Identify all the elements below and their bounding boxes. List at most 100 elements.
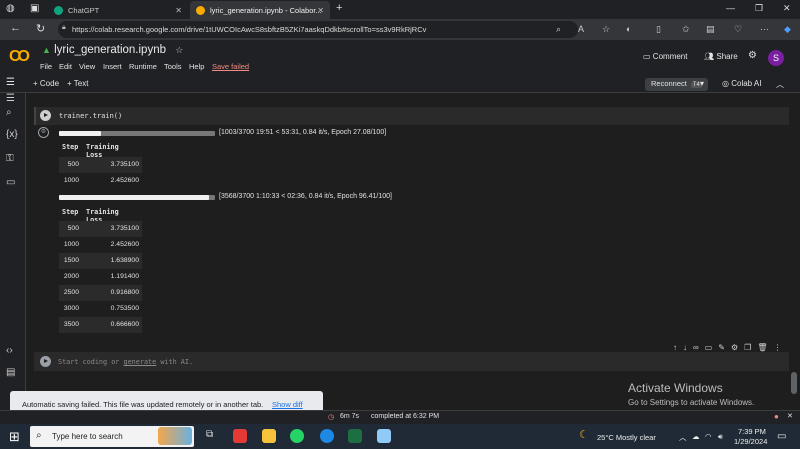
youtube-app-icon[interactable] (233, 429, 247, 443)
add-text-button[interactable]: + Text (67, 79, 88, 88)
close-status-icon[interactable]: ✕ (787, 412, 793, 420)
menu-view[interactable]: View (79, 62, 95, 71)
menu-edit[interactable]: Edit (59, 62, 72, 71)
search-highlights-icon[interactable] (158, 427, 192, 445)
split-screen-icon[interactable]: ▯ (656, 24, 661, 35)
secrets-key-icon[interactable]: ⚿ (6, 153, 14, 164)
command-palette-icon[interactable]: ▤ (6, 367, 15, 378)
scrollbar-thumb[interactable] (791, 372, 797, 394)
colab-ai-button[interactable]: ◎ Colab AI (722, 79, 761, 88)
avatar[interactable]: S (768, 50, 784, 66)
task-view-icon[interactable]: ⧉ (206, 429, 213, 440)
toc-menu-icon[interactable]: ☰ (6, 77, 15, 88)
search-icon: ⌕ (36, 430, 42, 441)
notepad-icon[interactable] (377, 429, 391, 443)
colab-favicon-icon (196, 5, 205, 15)
windows-start-icon[interactable]: ⊞ (9, 429, 20, 445)
code-cell[interactable] (34, 107, 789, 125)
browser-essentials-icon[interactable]: ♡ (734, 24, 742, 35)
link-icon[interactable]: ∞ (693, 343, 705, 352)
whatsapp-icon[interactable] (290, 429, 304, 443)
reconnect-button[interactable]: Reconnect T4 (645, 78, 708, 91)
edit-icon[interactable]: ✎ (718, 343, 731, 352)
zoom-icon[interactable]: ⌕ (556, 24, 561, 35)
menu-tools[interactable]: Tools (164, 62, 182, 71)
table-row: 1000 2.452600 (63, 241, 139, 248)
clock-time[interactable]: 7:39 PM (738, 427, 766, 436)
execution-time: 6m 7s (340, 413, 360, 420)
tab-title: ChatGPT (68, 5, 100, 15)
move-up-icon[interactable]: ↑ (673, 343, 683, 352)
menu-help[interactable]: Help (189, 62, 204, 71)
comment-button[interactable]: ▭ Comment (643, 52, 687, 61)
excel-icon[interactable] (348, 429, 362, 443)
star-icon[interactable]: ☆ (175, 45, 183, 55)
comment-icon[interactable]: ▭ (705, 343, 719, 352)
cell-placeholder[interactable]: Start coding or generate with AI. (58, 358, 193, 366)
read-aloud-icon[interactable]: A (578, 24, 584, 34)
code-snippets-icon[interactable]: ‹› (6, 345, 13, 356)
restore-icon[interactable]: ❐ (755, 3, 763, 14)
output-options-icon[interactable]: ⚙ (38, 127, 49, 138)
runtime-dropdown-icon[interactable]: ▾ (700, 79, 704, 88)
tab-chatgpt[interactable]: ChatGPT ✕ (48, 1, 188, 19)
file-explorer-icon[interactable] (262, 429, 276, 443)
tab-colab[interactable]: lyric_generation.ipynb - Colabor... ✕ (190, 1, 330, 19)
volume-icon[interactable]: 🔊︎ (718, 432, 723, 442)
chatgpt-favicon-icon (54, 5, 63, 15)
close-tab-icon[interactable]: ✕ (175, 6, 182, 15)
colab-logo-icon[interactable]: CO (9, 48, 30, 66)
notebook-toolbar: ☰ + Code + Text Reconnect T4 ▾ ◎ Colab AI… (0, 76, 800, 93)
variables-icon[interactable]: {x} (6, 129, 18, 140)
save-status[interactable]: Save failed (212, 62, 249, 71)
menu-file[interactable]: File (40, 62, 52, 71)
menu-runtime[interactable]: Runtime (129, 62, 157, 71)
share-button[interactable]: 👥︎ Share (704, 52, 738, 61)
generate-link[interactable]: generate (123, 358, 156, 366)
browser-tab-strip: ◍ ▣ ChatGPT ✕ lyric_generation.ipynb - C… (0, 0, 800, 19)
run-cell-icon[interactable] (40, 356, 51, 367)
files-folder-icon[interactable]: ▭ (6, 177, 15, 188)
run-cell-icon[interactable] (40, 110, 51, 121)
error-clock-icon: ◷ (328, 414, 335, 421)
delete-icon[interactable]: 🗑︎ (757, 343, 773, 352)
wifi-icon[interactable]: ◠ (705, 432, 712, 441)
settings-gear-icon[interactable]: ⚙ (748, 50, 757, 61)
favorite-star-icon[interactable]: ☆ (602, 24, 610, 35)
status-dot-icon: ● (774, 412, 779, 421)
table-of-contents-icon[interactable]: ☰ (6, 93, 15, 104)
mirror-icon[interactable]: ❐ (744, 343, 757, 352)
tray-arrow-icon[interactable]: ︿ (679, 432, 687, 443)
minimize-icon[interactable]: — (726, 3, 735, 13)
copilot-icon[interactable]: ◆ (784, 24, 791, 35)
empty-code-cell[interactable]: Start coding or generate with AI. (34, 352, 789, 371)
tab-actions-icon[interactable]: ▣ (30, 3, 39, 14)
new-tab-icon[interactable]: + (336, 2, 342, 14)
move-down-icon[interactable]: ↓ (683, 343, 693, 352)
more-menu-icon[interactable]: ··· (760, 24, 769, 34)
collections-icon[interactable]: ▤ (706, 24, 715, 35)
back-icon[interactable]: ← (10, 22, 21, 34)
search-icon[interactable]: ⌕ (6, 107, 12, 118)
notebook-title[interactable]: ▲ lyric_generation.ipynb ☆ (42, 44, 183, 56)
add-code-button[interactable]: + Code (33, 79, 59, 88)
menu-insert[interactable]: Insert (103, 62, 122, 71)
favorites-icon[interactable]: ✩ (682, 24, 690, 35)
profile-icon[interactable]: ◍ (6, 3, 15, 14)
collapse-header-icon[interactable]: ︿ (776, 79, 784, 90)
close-tab-icon[interactable]: ✕ (317, 6, 324, 15)
onedrive-cloud-icon[interactable]: ☁ (692, 432, 700, 441)
show-diff-link[interactable]: Show diff (272, 400, 303, 409)
weather-text[interactable]: 25°C Mostly clear (597, 433, 656, 442)
edge-browser-icon[interactable] (320, 429, 334, 443)
cell-code[interactable]: trainer.train() (59, 112, 122, 120)
url-bar[interactable]: 🔒︎ https://colab.research.google.com/dri… (58, 21, 578, 38)
cell-settings-icon[interactable]: ⚙ (731, 343, 744, 352)
clock-date[interactable]: 1/29/2024 (734, 437, 767, 446)
refresh-icon[interactable]: ↻ (36, 22, 45, 35)
notifications-icon[interactable]: ▭ (777, 431, 786, 442)
extension-icon[interactable]: ◐ (626, 24, 631, 34)
close-window-icon[interactable]: ✕ (783, 3, 791, 14)
table-row: 1000 2.452600 (63, 177, 139, 184)
more-options-icon[interactable]: ⋮ (773, 343, 787, 352)
